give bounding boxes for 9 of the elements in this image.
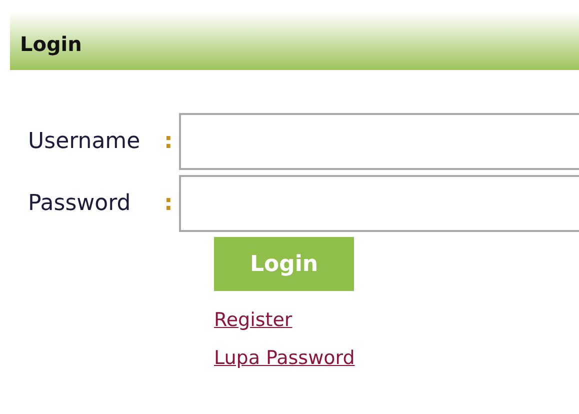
text-link[interactable]: Lupa Password xyxy=(214,339,355,377)
field-separator: : xyxy=(164,129,174,154)
field-label: Password xyxy=(27,191,132,216)
input-field[interactable] xyxy=(179,175,579,232)
field-label: Username xyxy=(27,129,142,154)
input-field[interactable] xyxy=(179,113,579,170)
panel-title: Login xyxy=(19,31,82,56)
field-separator: : xyxy=(164,191,174,216)
text-link[interactable]: Register xyxy=(214,301,292,339)
